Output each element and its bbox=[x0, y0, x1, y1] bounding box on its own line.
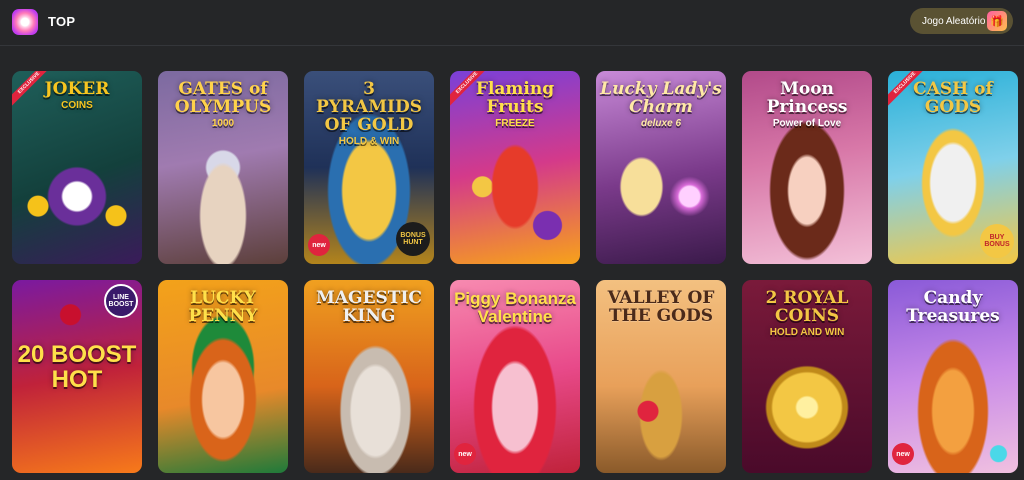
game-card-magestic-king[interactable]: MAGESTIC KING bbox=[304, 280, 434, 473]
game-title: CASH of GODS bbox=[913, 79, 993, 117]
game-card-3-pyramids-of-gold[interactable]: new BONUS HUNT 3 PYRAMIDS OF GOLD HOLD & … bbox=[304, 71, 434, 264]
game-card-valley-of-the-gods[interactable]: VALLEY OF THE GODS bbox=[596, 280, 726, 473]
game-card-lucky-penny[interactable]: LUCKY PENNY bbox=[158, 280, 288, 473]
game-card-20-boost-hot[interactable]: LINE BOOST 20 BOOST HOT bbox=[12, 280, 142, 473]
game-card-lucky-ladys-charm[interactable]: Lucky Lady's Charm deluxe 6 bbox=[596, 71, 726, 264]
game-title: JOKER COINS bbox=[44, 79, 110, 111]
game-card-gates-of-olympus[interactable]: GATES of OLYMPUS 1000 bbox=[158, 71, 288, 264]
game-card-cash-of-gods[interactable]: EXCLUSIVE BUY BONUS CASH of GODS bbox=[888, 71, 1018, 264]
buy-bonus-badge: BUY BONUS bbox=[980, 224, 1014, 258]
game-title: VALLEY OF THE GODS bbox=[607, 288, 715, 326]
new-badge: new bbox=[308, 234, 330, 256]
new-badge: new bbox=[454, 443, 476, 465]
game-card-piggy-bonanza-valentine[interactable]: new Piggy Bonanza Valentine bbox=[450, 280, 580, 473]
game-title: MAGESTIC KING bbox=[316, 288, 422, 326]
game-card-moon-princess[interactable]: Moon Princess Power of Love bbox=[742, 71, 872, 264]
random-game-button[interactable]: Jogo Aleatório 🎁 bbox=[910, 8, 1013, 34]
game-title: 20 BOOST HOT bbox=[17, 341, 137, 394]
top-header: TOP Jogo Aleatório 🎁 bbox=[0, 0, 1024, 46]
game-title: Lucky Lady's Charm deluxe 6 bbox=[600, 79, 722, 129]
brand-logo-icon[interactable] bbox=[12, 9, 38, 35]
line-boost-badge: LINE BOOST bbox=[104, 284, 138, 318]
random-game-label: Jogo Aleatório bbox=[922, 15, 986, 27]
bonus-hunt-badge: BONUS HUNT bbox=[396, 222, 430, 256]
game-title: GATES of OLYMPUS 1000 bbox=[174, 79, 272, 129]
game-title: Candy Treasures bbox=[906, 288, 1000, 326]
game-title: 2 ROYAL COINS HOLD AND WIN bbox=[765, 288, 849, 338]
game-title: Flaming Fruits FREEZE bbox=[475, 79, 555, 129]
section-title: TOP bbox=[48, 14, 76, 29]
game-title: Piggy Bonanza Valentine bbox=[454, 289, 576, 326]
dice-gift-icon: 🎁 bbox=[987, 11, 1007, 31]
game-card-joker-coins[interactable]: EXCLUSIVE JOKER COINS bbox=[12, 71, 142, 264]
game-card-2-royal-coins[interactable]: 2 ROYAL COINS HOLD AND WIN bbox=[742, 280, 872, 473]
game-card-flaming-fruits[interactable]: EXCLUSIVE Flaming Fruits FREEZE bbox=[450, 71, 580, 264]
game-title: 3 PYRAMIDS OF GOLD HOLD & WIN bbox=[315, 79, 423, 147]
new-badge: new bbox=[892, 443, 914, 465]
game-title: LUCKY PENNY bbox=[188, 288, 258, 326]
game-title: Moon Princess Power of Love bbox=[766, 79, 848, 129]
game-card-candy-treasures[interactable]: new Candy Treasures bbox=[888, 280, 1018, 473]
